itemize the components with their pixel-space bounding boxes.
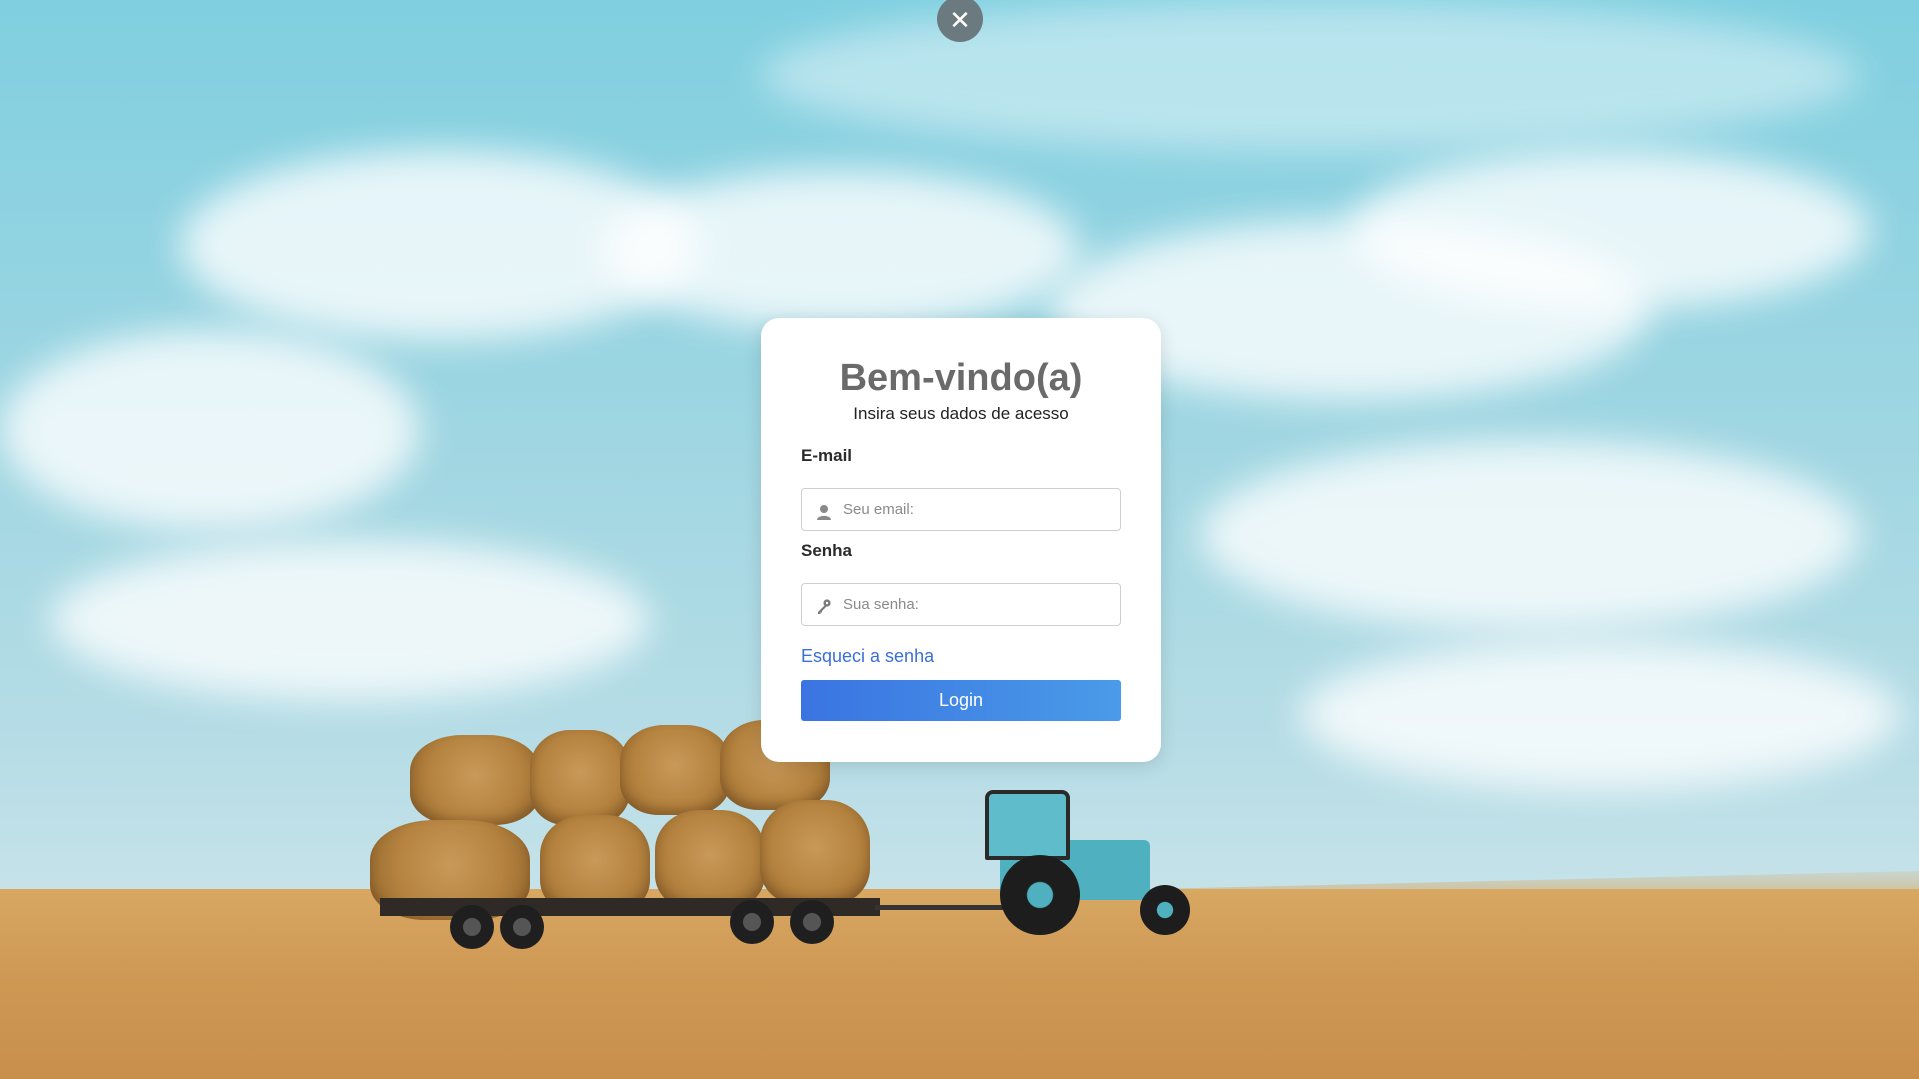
cloud bbox=[1300, 640, 1900, 790]
hitch bbox=[875, 905, 1005, 910]
background-image: ✕ Bem-vindo(a) Insira seus dados de aces… bbox=[0, 0, 1919, 1079]
cloud bbox=[760, 0, 1860, 150]
login-button[interactable]: Login bbox=[801, 679, 1121, 721]
hay-bale bbox=[760, 800, 870, 905]
trailer-wheel bbox=[500, 905, 544, 949]
email-field-wrapper bbox=[801, 487, 1121, 531]
page-subtitle: Insira seus dados de acesso bbox=[853, 403, 1069, 423]
cloud bbox=[50, 540, 650, 700]
tractor-wheel bbox=[1000, 855, 1080, 935]
email-field[interactable] bbox=[802, 488, 1120, 530]
hay-bale bbox=[410, 735, 540, 825]
hay-bale bbox=[620, 725, 730, 815]
close-icon: ✕ bbox=[949, 5, 971, 35]
cloud bbox=[1200, 440, 1860, 630]
password-label: Senha bbox=[801, 540, 853, 560]
email-label: E-mail bbox=[801, 445, 853, 465]
trailer-wheel bbox=[730, 900, 774, 944]
cloud bbox=[600, 170, 1080, 330]
password-field-wrapper bbox=[801, 582, 1121, 626]
password-field[interactable] bbox=[802, 583, 1120, 625]
forgot-password-link[interactable]: Esqueci a senha bbox=[801, 646, 1121, 667]
cloud bbox=[0, 330, 420, 530]
hay-bale bbox=[530, 730, 630, 825]
login-card: Bem-vindo(a) Insira seus dados de acesso… bbox=[761, 318, 1161, 762]
wheat-field bbox=[0, 889, 1919, 1079]
trailer-wheel bbox=[790, 900, 834, 944]
tractor-wheel bbox=[1140, 885, 1190, 935]
hay-bale bbox=[655, 810, 765, 910]
tractor-cab bbox=[985, 790, 1070, 860]
cloud bbox=[1350, 150, 1870, 310]
page-title: Bem-vindo(a) bbox=[839, 357, 1083, 399]
trailer-wheel bbox=[450, 905, 494, 949]
